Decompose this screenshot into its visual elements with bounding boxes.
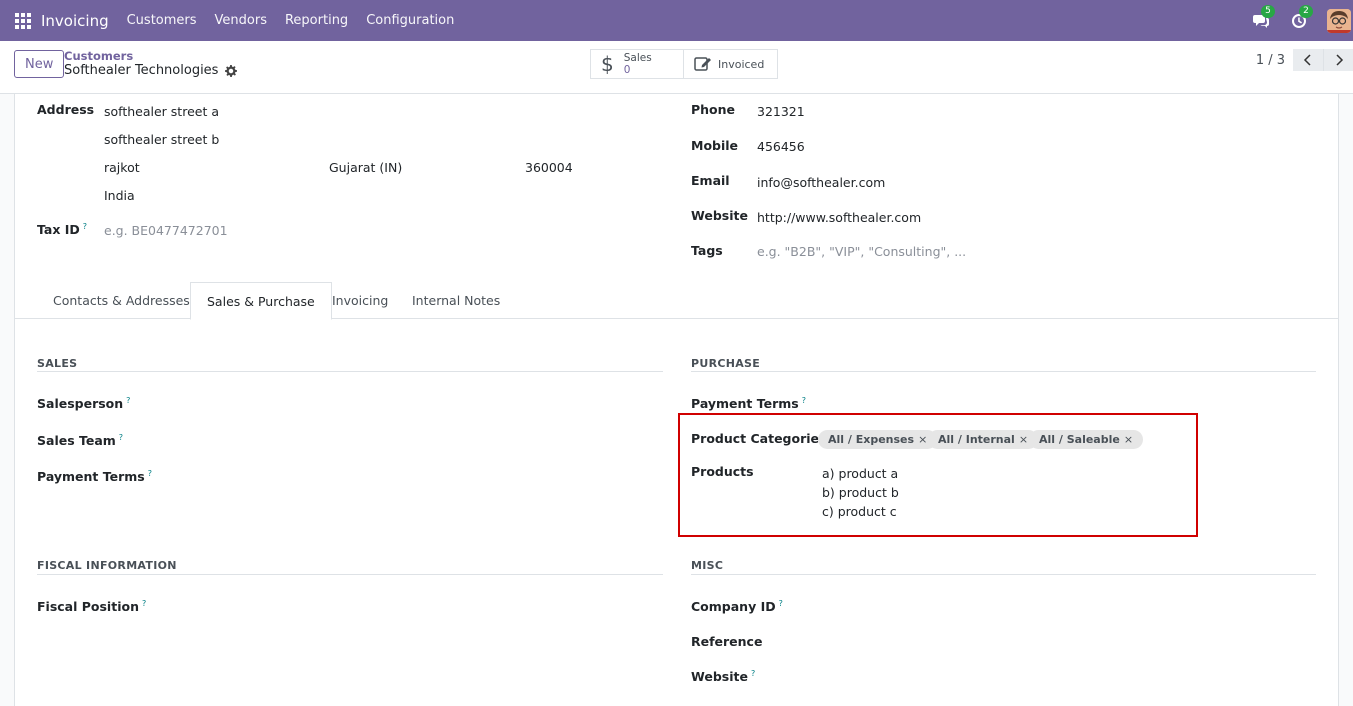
tags-field[interactable]: e.g. "B2B", "VIP", "Consulting", ...	[757, 244, 966, 259]
invoiced-smart-label: Invoiced	[718, 57, 765, 71]
purchase-payment-terms-label: Payment Terms?	[691, 396, 806, 412]
tab-invoicing[interactable]: Invoicing	[316, 282, 404, 319]
remove-tag-icon[interactable]: ×	[918, 433, 927, 446]
help-icon: ?	[82, 222, 88, 231]
website-label: Website	[691, 208, 748, 223]
gear-icon[interactable]	[225, 64, 238, 77]
fiscal-section-title: FISCAL INFORMATION	[37, 559, 177, 572]
help-icon: ?	[147, 469, 152, 478]
sales-section-title: SALES	[37, 357, 78, 370]
fiscal-section-divider	[37, 574, 663, 575]
help-icon: ?	[778, 599, 783, 608]
record-title: Softhealer Technologies	[64, 63, 238, 78]
help-icon: ?	[750, 669, 756, 678]
sales-smart-button[interactable]: $ Sales 0	[590, 49, 684, 79]
menu-reporting[interactable]: Reporting	[285, 13, 348, 28]
app-brand[interactable]: Invoicing	[41, 12, 109, 30]
mobile-field[interactable]: 456456	[757, 139, 805, 154]
phone-label: Phone	[691, 102, 736, 117]
country-field[interactable]: India	[104, 188, 135, 203]
misc-section-divider	[691, 574, 1316, 575]
state-field[interactable]: Gujarat (IN)	[329, 160, 402, 175]
control-panel: New Customers Softhealer Technologies $ …	[0, 41, 1353, 94]
category-tag-internal[interactable]: All / Internal ×	[928, 430, 1039, 449]
form-sheet: Address softhealer street a softhealer s…	[14, 94, 1339, 706]
activities-count-badge: 2	[1299, 4, 1313, 18]
sales-payment-terms-label: Payment Terms?	[37, 469, 152, 485]
notebook-tabs: Contacts & Addresses Sales & Purchase In…	[15, 282, 1338, 320]
dollar-icon: $	[601, 52, 614, 76]
pager: 1 / 3	[1256, 49, 1353, 71]
sales-section-divider	[37, 371, 663, 372]
website-field[interactable]: http://www.softhealer.com	[757, 210, 921, 225]
pager-previous-button[interactable]	[1293, 49, 1323, 71]
zip-field[interactable]: 360004	[525, 160, 573, 175]
sales-smart-label: Sales	[623, 52, 652, 64]
remove-tag-icon[interactable]: ×	[1124, 433, 1133, 446]
help-icon: ?	[126, 396, 131, 405]
misc-section-title: MISC	[691, 559, 724, 572]
fiscal-position-label: Fiscal Position?	[37, 599, 147, 615]
edit-square-icon	[694, 57, 711, 71]
apps-menu-icon[interactable]	[15, 12, 31, 29]
products-label: Products	[691, 464, 754, 479]
purchase-section-title: PURCHASE	[691, 357, 761, 370]
category-tag-saleable[interactable]: All / Saleable ×	[1029, 430, 1144, 449]
chevron-left-icon	[1303, 54, 1311, 66]
misc-website-label: Website?	[691, 669, 756, 685]
chevron-right-icon	[1335, 54, 1343, 66]
messages-button[interactable]: 5	[1251, 4, 1275, 31]
product-categories-label: Product Categories	[691, 431, 827, 446]
user-avatar[interactable]	[1327, 8, 1351, 33]
email-label: Email	[691, 173, 730, 188]
category-tag-expenses[interactable]: All / Expenses ×	[818, 430, 938, 449]
tab-sales-purchase[interactable]: Sales & Purchase	[190, 282, 332, 320]
street-field[interactable]: softhealer street a	[104, 104, 219, 119]
menu-customers[interactable]: Customers	[127, 13, 197, 28]
sales-team-label: Sales Team?	[37, 433, 124, 449]
tax-id-label: Tax ID?	[37, 222, 88, 238]
reference-label: Reference	[691, 634, 763, 649]
salesperson-label: Salesperson?	[37, 396, 131, 412]
messages-count-badge: 5	[1261, 4, 1275, 18]
activities-button[interactable]: 2	[1289, 4, 1313, 31]
phone-field[interactable]: 321321	[757, 104, 805, 119]
tab-contacts-addresses[interactable]: Contacts & Addresses	[37, 282, 206, 319]
help-icon: ?	[118, 433, 124, 442]
pager-value[interactable]: 1 / 3	[1256, 53, 1285, 68]
breadcrumb-customers[interactable]: Customers	[64, 49, 133, 63]
pager-next-button[interactable]	[1323, 49, 1353, 71]
product-item[interactable]: c) product c	[822, 504, 897, 519]
smart-buttons: $ Sales 0 Invoiced	[590, 49, 778, 79]
invoiced-smart-button[interactable]: Invoiced	[684, 49, 778, 79]
help-icon: ?	[141, 599, 147, 608]
menu-vendors[interactable]: Vendors	[215, 13, 267, 28]
city-field[interactable]: rajkot	[104, 160, 140, 175]
purchase-section-divider	[691, 371, 1316, 372]
street2-field[interactable]: softhealer street b	[104, 132, 219, 147]
help-icon: ?	[801, 396, 806, 405]
product-item[interactable]: b) product b	[822, 485, 899, 500]
tax-id-field[interactable]: e.g. BE0477472701	[104, 223, 228, 238]
top-navbar: Invoicing Customers Vendors Reporting Co…	[0, 0, 1353, 41]
mobile-label: Mobile	[691, 138, 739, 153]
company-id-label: Company ID?	[691, 599, 783, 615]
tab-internal-notes[interactable]: Internal Notes	[396, 282, 516, 319]
record-title-text: Softhealer Technologies	[64, 63, 219, 78]
tags-label: Tags	[691, 243, 723, 258]
address-label: Address	[37, 102, 95, 117]
remove-tag-icon[interactable]: ×	[1019, 433, 1028, 446]
product-item[interactable]: a) product a	[822, 466, 898, 481]
menu-configuration[interactable]: Configuration	[366, 13, 454, 28]
email-field[interactable]: info@softhealer.com	[757, 175, 885, 190]
sales-smart-value: 0	[623, 64, 631, 76]
new-button[interactable]: New	[14, 50, 65, 78]
